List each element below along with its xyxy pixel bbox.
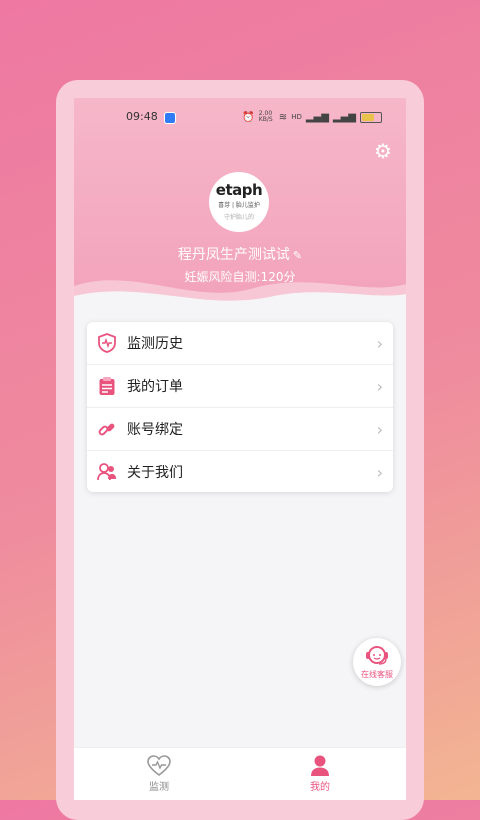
avatar-logo-text: etaph — [215, 181, 263, 199]
status-bar: 09:48 ⏰ 2.00 KB/S ≋ HD ▂▄▆ ▂▄▆ — [74, 110, 406, 126]
headset-icon — [366, 646, 388, 665]
avatar[interactable]: etaph 喜芽 | 胎儿监护 守护胎儿的 — [209, 172, 269, 232]
network-speed: 2.00 KB/S — [258, 110, 273, 123]
user-name: 程丹凤生产测试试 — [177, 247, 290, 263]
tab-label: 我的 — [310, 782, 330, 793]
menu-item-label: 关于我们 — [127, 465, 183, 481]
tab-monitor[interactable]: 监测 — [119, 754, 199, 793]
chevron-right-icon: › — [376, 420, 383, 439]
app-notification-icon — [164, 112, 176, 124]
profile-header: 09:48 ⏰ 2.00 KB/S ≋ HD ▂▄▆ ▂▄▆ ⚙ etaph 喜… — [74, 98, 406, 316]
battery-icon — [360, 111, 382, 123]
hd-icon: HD — [291, 113, 302, 121]
link-icon — [96, 418, 118, 440]
wifi-icon: ≋ — [278, 111, 288, 123]
status-time: 09:48 — [126, 110, 158, 123]
menu-item-monitor-history[interactable]: 监测历史 › — [87, 322, 393, 365]
user-name-row[interactable]: 程丹凤生产测试试 ✎ — [74, 244, 406, 264]
menu-card: 监测历史 › 我的订单 › 账号绑定 › 关于我们 › — [87, 322, 393, 492]
heart-pulse-icon — [119, 754, 199, 778]
settings-gear-icon[interactable]: ⚙ — [372, 140, 394, 162]
clipboard-icon — [96, 375, 118, 397]
menu-item-label: 我的订单 — [127, 379, 183, 395]
tab-label: 监测 — [149, 782, 169, 793]
signal-icon: ▂▄▆ — [305, 111, 329, 123]
chevron-right-icon: › — [376, 334, 383, 353]
signal-icon-2: ▂▄▆ — [332, 111, 356, 123]
status-icons: ⏰ 2.00 KB/S ≋ HD ▂▄▆ ▂▄▆ — [242, 111, 382, 123]
avatar-subtitle: 喜芽 | 胎儿监护 — [218, 202, 260, 209]
menu-item-label: 账号绑定 — [127, 422, 183, 438]
people-icon — [96, 461, 118, 483]
customer-service-button[interactable]: 在线客服 — [353, 638, 401, 686]
menu-item-about-us[interactable]: 关于我们 › — [87, 451, 393, 493]
person-icon — [280, 754, 360, 778]
chevron-right-icon: › — [376, 463, 383, 482]
customer-service-label: 在线客服 — [361, 670, 393, 679]
risk-score: 妊娠风险自测:120分 — [184, 270, 296, 284]
tab-mine[interactable]: 我的 — [280, 754, 360, 793]
alarm-icon: ⏰ — [242, 111, 255, 123]
menu-item-my-orders[interactable]: 我的订单 › — [87, 365, 393, 408]
app-screen: 09:48 ⏰ 2.00 KB/S ≋ HD ▂▄▆ ▂▄▆ ⚙ etaph 喜… — [74, 98, 406, 800]
menu-item-label: 监测历史 — [127, 336, 183, 352]
edit-icon[interactable]: ✎ — [293, 249, 302, 262]
chevron-right-icon: › — [376, 377, 383, 396]
avatar-tagline: 守护胎儿的 — [223, 214, 254, 221]
shield-heart-icon — [96, 332, 118, 354]
bottom-tab-bar: 监测 我的 — [74, 747, 406, 800]
menu-item-account-binding[interactable]: 账号绑定 › — [87, 408, 393, 451]
